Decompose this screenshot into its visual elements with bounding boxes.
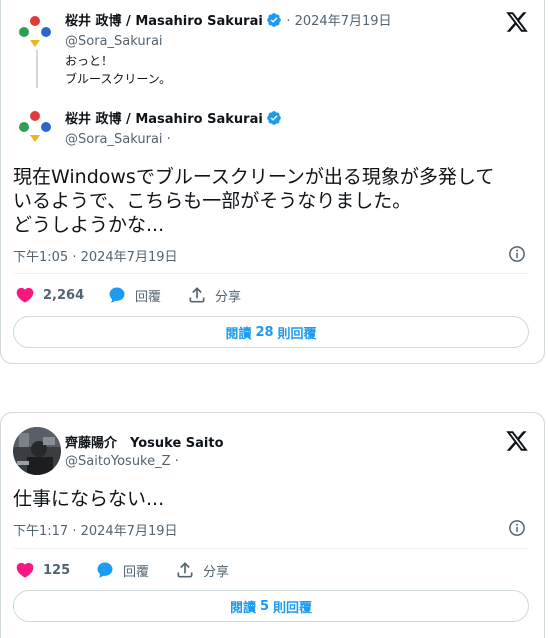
share-icon [177,562,193,578]
smash-logo-avatar-icon [15,107,55,147]
tweet-timestamp[interactable]: 下午1:05 · 2024年7月19日 [13,246,178,265]
text-line: 仕事にならない... [13,488,165,510]
text-line: どうしようかな... [13,214,165,236]
share-icon [189,287,205,303]
reply-label: 回覆 [123,564,150,580]
author-handle[interactable]: @Sora_Sakurai · [65,132,171,147]
smash-logo-avatar-icon [15,12,55,52]
share-label: 分享 [203,564,230,580]
read-replies-prefix: 閱讀 [225,326,252,342]
text-line: 現在Windowsでブルースクリーンが出る現象が多発して [13,166,495,188]
tweet-card-saito: 齊藤陽介 Yosuke Saito @SaitoYosuke_Z · 仕事になら… [0,412,545,638]
x-logo-icon[interactable] [505,10,529,34]
author-name[interactable]: 齊藤陽介 Yosuke Saito [65,432,224,451]
heart-icon [16,287,34,303]
text-line: ブルースクリーン。 [65,72,172,86]
tweet-timestamp[interactable]: 下午1:17 · 2024年7月19日 [13,520,178,539]
like-button[interactable]: 2,264 [15,285,84,305]
reply-button[interactable]: 回覆 [95,560,149,580]
like-count: 125 [43,562,71,578]
like-count: 2,264 [43,287,85,303]
author-handle[interactable]: @SaitoYosuke_Z · [65,454,179,469]
share-label: 分享 [215,289,242,305]
parent-tweet-text: おっと！ ブルースクリーン。 [65,52,171,88]
reply-bubble-icon [97,562,113,578]
read-replies-count: 28 [255,324,274,340]
divider [13,548,528,549]
avatar[interactable] [15,107,55,147]
info-icon[interactable] [508,245,526,263]
thread-connector-line [36,50,38,88]
divider [13,273,528,274]
heart-icon [16,562,34,578]
verified-badge-icon [266,13,281,27]
read-replies-button[interactable]: 閱讀 28 則回覆 [13,316,529,348]
reply-button[interactable]: 回覆 [107,285,161,305]
like-button[interactable]: 125 [15,560,70,580]
tweet-card-sakurai: 桜井 政博 / Masahiro Sakurai · 2024年7月19日 @S… [0,0,545,364]
x-logo-icon[interactable] [505,429,529,453]
author-name[interactable]: 桜井 政博 / Masahiro Sakurai [65,108,282,127]
share-button[interactable]: 分享 [175,560,229,580]
read-replies-count: 5 [259,598,270,614]
post-date[interactable]: · 2024年7月19日 [286,14,391,29]
share-button[interactable]: 分享 [187,285,241,305]
reply-bubble-icon [109,287,125,303]
text-line: いるようで、こちらも一部がそうなりました。 [13,190,412,212]
avatar[interactable] [13,427,61,475]
text-line: おっと！ [65,54,114,68]
read-replies-suffix: 則回覆 [277,326,317,342]
author-name[interactable]: 桜井 政博 / Masahiro Sakurai · 2024年7月19日 [65,10,392,29]
read-replies-prefix: 閱讀 [229,600,256,616]
info-icon[interactable] [508,519,526,537]
profile-photo-avatar-icon [13,427,61,475]
verified-badge-icon [266,111,281,125]
reply-label: 回覆 [135,289,162,305]
avatar[interactable] [15,12,55,52]
author-handle[interactable]: @Sora_Sakurai [65,34,163,49]
read-replies-button[interactable]: 閱讀 5 則回覆 [13,590,529,622]
tweet-text: 仕事にならない... [13,487,164,511]
tweet-text: 現在Windowsでブルースクリーンが出る現象が多発して いるようで、こちらも一… [13,165,494,237]
read-replies-suffix: 則回覆 [273,600,313,616]
